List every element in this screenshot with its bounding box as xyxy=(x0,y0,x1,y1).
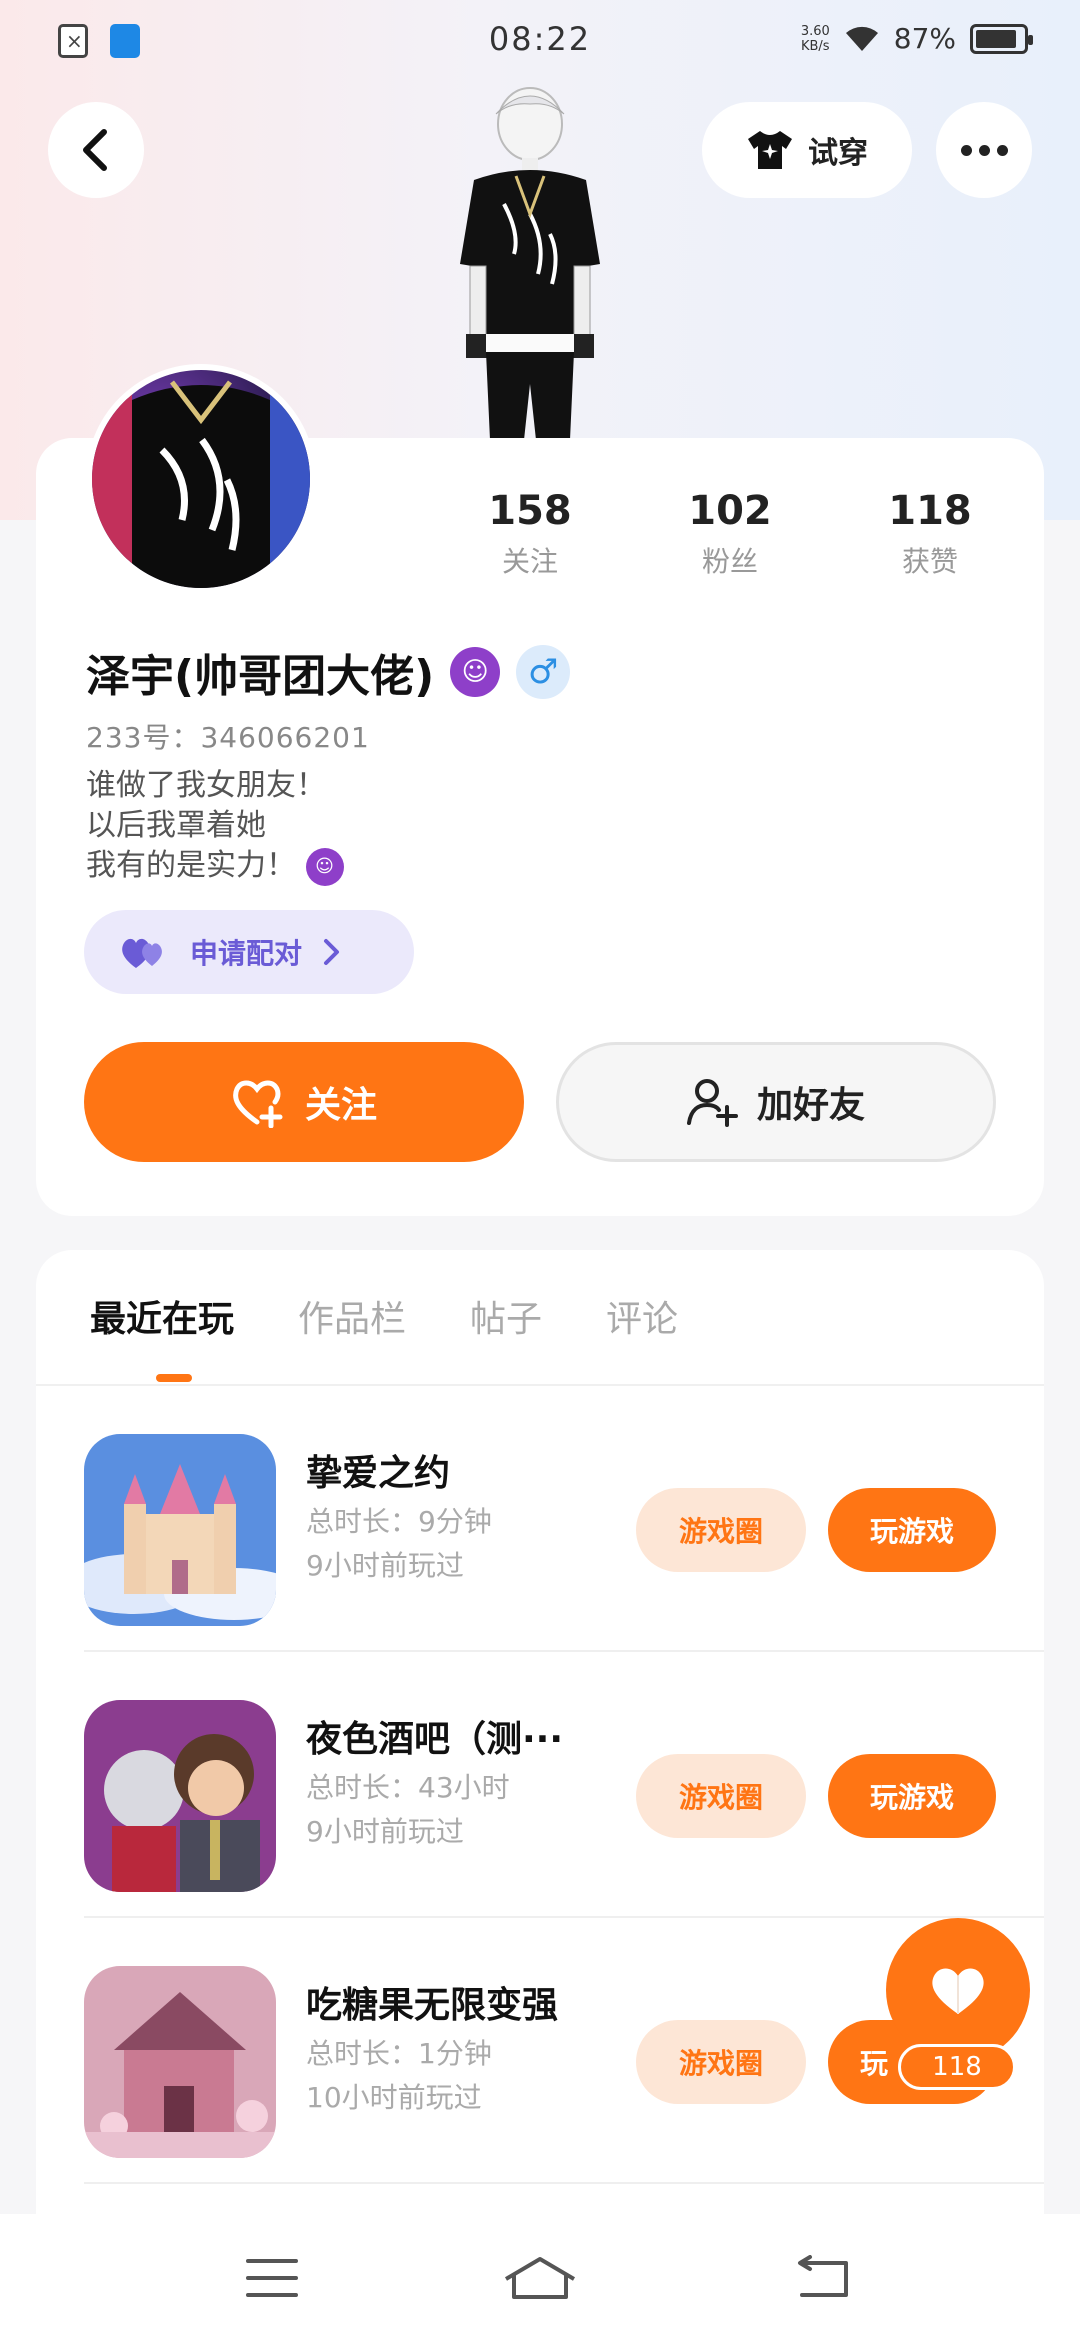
chevron-right-icon xyxy=(324,939,340,965)
name-row: 泽宇(帅哥团大佬) ☺ ♂ xyxy=(86,640,571,704)
network-speed-value: 3.60 xyxy=(800,23,830,39)
castle-thumbnail xyxy=(84,1434,276,1626)
avatar[interactable] xyxy=(86,364,316,594)
request-pair-button[interactable]: 申请配对 xyxy=(84,910,414,994)
tab-comments[interactable]: 评论 xyxy=(606,1290,678,1342)
game-icon[interactable] xyxy=(84,1434,276,1626)
tab-works[interactable]: 作品栏 xyxy=(298,1290,406,1342)
stat-label: 粉丝 xyxy=(701,545,758,578)
bar-characters-thumbnail xyxy=(84,1700,276,1892)
bio-line: 谁做了我女朋友！ xyxy=(86,768,326,803)
play-game-button[interactable]: 玩游戏 xyxy=(828,1754,996,1838)
devil-emoji-icon: ☺ xyxy=(450,647,501,697)
game-icon[interactable] xyxy=(84,1700,276,1892)
stat-label: 关注 xyxy=(501,545,558,578)
game-circle-button[interactable]: 游戏圈 xyxy=(636,2020,806,2104)
game-duration: 总时长：1分钟 xyxy=(306,2037,492,2070)
wifi-icon xyxy=(845,26,878,51)
active-tab-indicator xyxy=(156,1374,192,1382)
bio-line: 以后我罩着她 xyxy=(86,808,266,843)
home-icon xyxy=(504,2257,576,2299)
battery-fill xyxy=(976,29,1017,48)
game-last-played: 9小时前玩过 xyxy=(306,1549,464,1582)
game-icon[interactable] xyxy=(84,1966,276,2158)
try-on-label: 试穿 xyxy=(808,136,868,171)
menu-icon xyxy=(246,2259,298,2297)
heart-icon xyxy=(932,1968,984,2014)
game-last-played: 10小时前玩过 xyxy=(306,2081,482,2114)
back-button[interactable] xyxy=(48,102,144,198)
stat-value: 102 xyxy=(688,488,772,534)
male-gender-icon: ♂ xyxy=(516,645,571,699)
double-heart-icon xyxy=(122,938,162,968)
game-last-played: 9小时前玩过 xyxy=(306,1815,464,1848)
add-friend-label: 加好友 xyxy=(756,1085,865,1126)
return-icon xyxy=(798,2255,848,2297)
stat-label: 获赞 xyxy=(901,545,958,578)
chevron-left-icon xyxy=(83,129,107,171)
profile-stats: 158 关注 102 粉丝 118 获赞 xyxy=(430,488,1030,580)
candy-house-thumbnail xyxy=(84,1966,276,2158)
game-title: 夜色酒吧（测··· xyxy=(306,1719,564,1760)
play-game-button[interactable]: 玩游戏 xyxy=(828,1488,996,1572)
row-divider xyxy=(84,2182,1044,2184)
status-bar: 08:22 3.60 KB/s 87% xyxy=(0,0,1080,84)
tab-posts[interactable]: 帖子 xyxy=(470,1290,542,1342)
stat-value: 158 xyxy=(488,488,572,534)
more-dots-icon xyxy=(978,144,990,156)
battery-icon xyxy=(970,23,1033,54)
profile-tabs: 最近在玩 作品栏 帖子 评论 xyxy=(50,1290,678,1342)
bio-line: 我有的是实力！ xyxy=(86,848,296,883)
game-duration: 总时长：9分钟 xyxy=(306,1505,492,1538)
home-button[interactable] xyxy=(500,2248,580,2308)
network-speed-unit: KB/s xyxy=(800,38,830,54)
user-id: 233号：346066201 xyxy=(86,721,370,754)
status-indicators: 3.60 KB/s 87% xyxy=(801,22,1033,55)
tshirt-icon xyxy=(748,131,792,169)
bio-line-with-emoji: 我有的是实力！ ☺ xyxy=(86,846,344,886)
more-dots-icon xyxy=(960,144,972,156)
back-nav-button[interactable] xyxy=(782,2248,862,2308)
game-duration: 总时长：43小时 xyxy=(306,1771,510,1804)
avatar-image xyxy=(92,370,310,588)
menu-button[interactable] xyxy=(232,2248,312,2308)
user-name: 泽宇(帅哥团大佬) xyxy=(86,651,435,702)
stat-following[interactable]: 158 关注 xyxy=(430,488,630,580)
character-figure[interactable] xyxy=(430,84,630,440)
game-title: 吃糖果无限变强 xyxy=(306,1985,559,2026)
devil-emoji-icon: ☺ xyxy=(305,847,344,886)
follow-button[interactable]: 关注 xyxy=(84,1042,524,1162)
stat-followers[interactable]: 102 粉丝 xyxy=(630,488,830,580)
network-speed: 3.60 KB/s xyxy=(801,24,830,54)
stat-value: 118 xyxy=(888,488,972,534)
add-user-icon xyxy=(686,1079,738,1127)
request-pair-label: 申请配对 xyxy=(190,937,303,970)
game-circle-button[interactable]: 游戏圈 xyxy=(636,1754,806,1838)
more-options-button[interactable] xyxy=(936,102,1032,198)
battery-percent: 87% xyxy=(893,22,956,55)
tab-recently-played[interactable]: 最近在玩 xyxy=(90,1290,234,1342)
heart-plus-icon xyxy=(233,1080,283,1128)
user-bio: 谁做了我女朋友！ 以后我罩着她 我有的是实力！ ☺ xyxy=(86,766,344,886)
add-friend-button[interactable]: 加好友 xyxy=(556,1042,996,1162)
stat-likes[interactable]: 118 获赞 xyxy=(830,488,1030,580)
system-nav-bar xyxy=(0,2214,1080,2340)
try-on-button[interactable]: 试穿 xyxy=(702,102,912,198)
game-row[interactable]: 挚爱之约 总时长：9分钟 9小时前玩过 游戏圈 玩游戏 xyxy=(84,1386,1044,1652)
game-title: 挚爱之约 xyxy=(306,1453,451,1494)
game-circle-button[interactable]: 游戏圈 xyxy=(636,1488,806,1572)
game-row[interactable]: 夜色酒吧（测··· 总时长：43小时 9小时前玩过 游戏圈 玩游戏 xyxy=(84,1652,1044,1918)
follow-label: 关注 xyxy=(304,1085,377,1126)
more-dots-icon xyxy=(996,144,1008,156)
like-count-badge: 118 xyxy=(898,2044,1016,2090)
floating-like-button[interactable] xyxy=(886,1918,1030,2062)
